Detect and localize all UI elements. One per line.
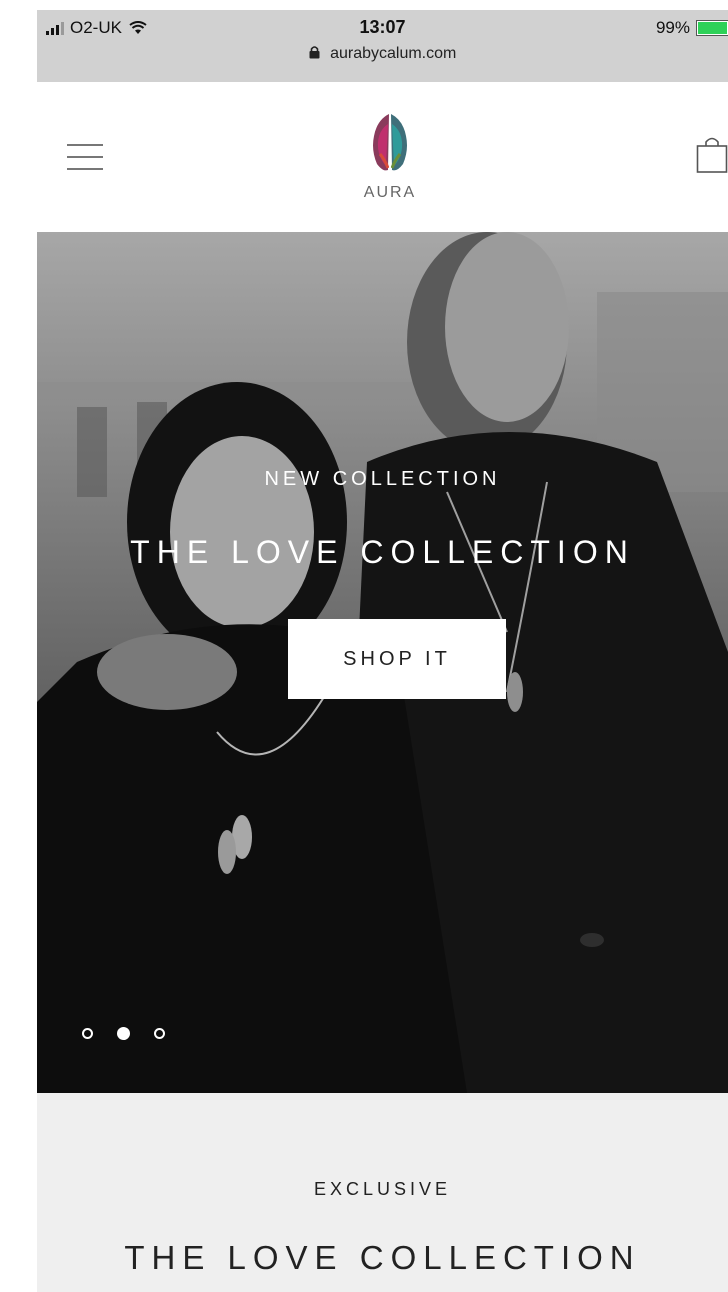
shop-it-button[interactable]: SHOP IT <box>288 619 506 699</box>
url-text: aurabycalum.com <box>330 45 457 62</box>
battery-level-fill <box>698 22 727 34</box>
slide-dot-2[interactable] <box>117 1027 130 1040</box>
battery-icon <box>696 20 728 36</box>
hamburger-menu-icon[interactable] <box>67 144 103 170</box>
battery-percent: 99% <box>655 18 690 37</box>
slide-dot-1[interactable] <box>82 1028 93 1039</box>
clock: 13:07 <box>359 17 406 37</box>
slide-indicators <box>82 1027 165 1040</box>
exclusive-section: EXCLUSIVE THE LOVE COLLECTION <box>37 1093 728 1292</box>
address-bar[interactable]: aurabycalum.com <box>37 45 728 63</box>
hero-title: THE LOVE COLLECTION <box>130 534 635 570</box>
status-bar: O2-UK 13:07 aurabycalum.com 99% <box>37 10 728 82</box>
shopping-bag-icon[interactable] <box>696 136 728 174</box>
hero-eyebrow: NEW COLLECTION <box>264 468 501 490</box>
aura-logo[interactable]: AURA <box>364 110 415 202</box>
hero-slideshow[interactable]: NEW COLLECTION THE LOVE COLLECTION SHOP … <box>37 232 728 1093</box>
section-eyebrow: EXCLUSIVE <box>313 1179 452 1199</box>
battery-indicator: 99% <box>656 18 728 38</box>
lock-icon <box>309 46 320 59</box>
logo-wordmark: AURA <box>363 184 417 201</box>
slide-dot-3[interactable] <box>154 1028 165 1039</box>
logo-wings-icon <box>373 112 407 172</box>
site-header: AURA <box>37 82 728 232</box>
section-title: THE LOVE COLLECTION <box>124 1239 641 1276</box>
